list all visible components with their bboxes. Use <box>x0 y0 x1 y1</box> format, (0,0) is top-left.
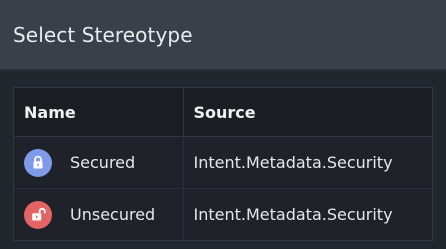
source-cell[interactable]: Intent.Metadata.Security <box>182 136 432 189</box>
stereotype-name: Unsecured <box>70 205 156 224</box>
name-cell[interactable]: Secured <box>14 136 183 189</box>
dialog-header: Select Stereotype <box>0 0 446 71</box>
stereotype-name: Secured <box>70 153 136 172</box>
source-cell[interactable]: Intent.Metadata.Security <box>182 188 432 240</box>
name-cell[interactable]: Unsecured <box>14 188 183 240</box>
stereotype-table: Name Source Secured Intent.Metadata.Secu… <box>13 87 433 241</box>
lock-closed-icon <box>24 148 52 177</box>
dialog-title: Select Stereotype <box>13 22 193 47</box>
table-row-unsecured[interactable]: Unsecured Intent.Metadata.Security <box>14 188 432 240</box>
table-header-row: Name Source <box>14 88 432 137</box>
column-header-name[interactable]: Name <box>14 88 183 137</box>
table-row-secured[interactable]: Secured Intent.Metadata.Security <box>14 136 432 189</box>
column-header-source[interactable]: Source <box>182 88 432 137</box>
lock-open-icon <box>24 200 52 229</box>
select-stereotype-dialog: Select Stereotype Name Source Secured In… <box>0 0 446 249</box>
